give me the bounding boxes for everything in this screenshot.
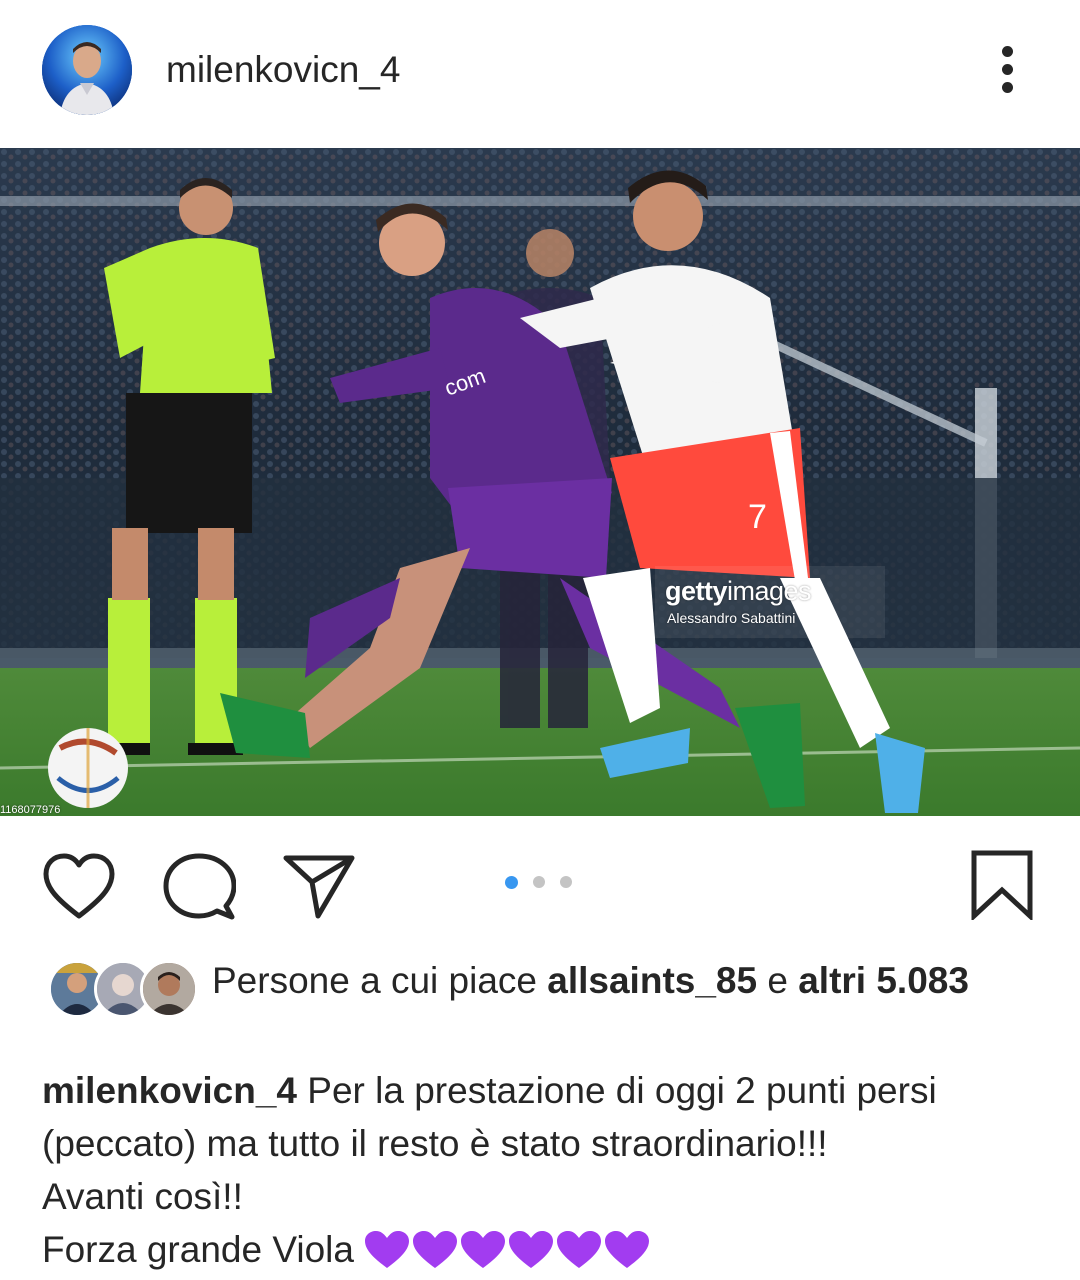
more-dot-icon (1002, 64, 1013, 75)
share-button[interactable] (282, 852, 356, 922)
avatar-photo (42, 25, 132, 115)
likes-summary[interactable]: Persone a cui piace allsaints_85 e altri… (212, 956, 1012, 1005)
purple-heart-emoji-row (364, 1229, 652, 1270)
image-id-label: 1168077976 (0, 804, 61, 816)
header-username[interactable]: milenkovicn_4 (166, 46, 400, 94)
purple-heart-emoji (509, 1231, 554, 1268)
post-header: milenkovicn_4 (0, 0, 1080, 148)
likes-prefix: Persone a cui piace (212, 960, 537, 1001)
more-options-button[interactable] (990, 40, 1026, 100)
others-count[interactable]: 5.083 (876, 960, 969, 1001)
heart-outline-icon (43, 853, 115, 919)
svg-text:7: 7 (748, 498, 767, 536)
more-dot-icon (1002, 46, 1013, 57)
comment-bubble-icon (163, 853, 237, 920)
profile-avatar[interactable] (42, 25, 132, 115)
purple-heart-emoji (413, 1231, 458, 1268)
caption-username-link[interactable]: milenkovicn_4 (42, 1070, 297, 1111)
caption-line-2: Avanti così!! (42, 1176, 243, 1217)
comment-button[interactable] (162, 852, 237, 922)
paper-plane-icon (283, 855, 355, 919)
purple-heart-emoji (605, 1231, 650, 1268)
post-caption: milenkovicn_4 Per la prestazione di oggi… (42, 1064, 1052, 1276)
save-button[interactable] (970, 850, 1034, 922)
getty-images-watermark: gettyimages (665, 576, 812, 607)
purple-heart-emoji (365, 1231, 410, 1268)
liker-username-link[interactable]: allsaints_85 (547, 960, 757, 1001)
likes-conjunction: e (767, 960, 788, 1001)
liker-avatars[interactable] (48, 960, 198, 1018)
purple-heart-emoji (461, 1231, 506, 1268)
more-dot-icon (1002, 82, 1013, 93)
purple-heart-emoji (557, 1231, 602, 1268)
soccer-ball-figure (48, 728, 128, 808)
caption-line-3: Forza grande Viola (42, 1229, 354, 1270)
watermark-brand-thin: images (727, 576, 812, 606)
liker-avatar (140, 960, 198, 1018)
carousel-dot (533, 876, 545, 888)
post-photo[interactable]: com 7 gettyimages Alessandro Sabattini 1… (0, 148, 1080, 816)
watermark-brand-bold: getty (665, 576, 728, 606)
others-label-link[interactable]: altri (798, 960, 866, 1001)
carousel-dot (560, 876, 572, 888)
like-button[interactable] (42, 852, 116, 922)
bookmark-icon (971, 850, 1033, 922)
watermark-credit: Alessandro Sabattini (667, 610, 796, 626)
football-match-photo: com 7 (0, 148, 1080, 816)
carousel-dot-active (505, 876, 518, 889)
